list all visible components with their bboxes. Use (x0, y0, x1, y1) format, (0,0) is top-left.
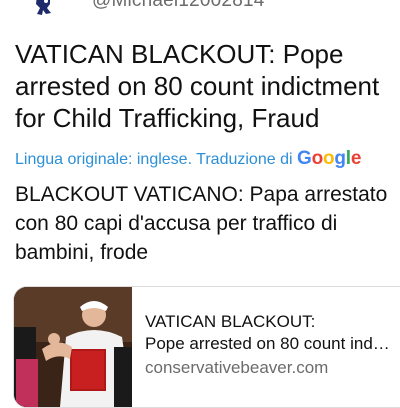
link-preview-card[interactable]: VATICAN BLACKOUT: Pope arrested on 80 co… (13, 286, 400, 408)
card-title: VATICAN BLACKOUT: (145, 312, 316, 331)
google-letter: e (350, 148, 362, 169)
translated-text: BLACKOUT VATICANO: Papa arrestato con 80… (15, 183, 388, 264)
google-logo: Google (297, 148, 361, 169)
article-thumbnail-image (14, 287, 132, 407)
google-letter: G (296, 148, 312, 169)
google-letter: o (311, 148, 324, 169)
tweet-header: @Michael12002814 (0, 0, 400, 20)
avatar-icon[interactable] (34, 0, 56, 16)
card-subtitle: Pope arrested on 80 count ind… (145, 334, 390, 353)
tweet-text: VATICAN BLACKOUT: Pope arrested on 80 co… (15, 39, 380, 133)
translation-notice[interactable]: Lingua originale: inglese. Traduzione di… (15, 148, 395, 170)
google-letter: g (334, 148, 346, 169)
card-domain: conservativebeaver.com (145, 358, 329, 377)
translation-note: Lingua originale: inglese. Traduzione di (15, 151, 293, 168)
user-handle[interactable]: @Michael12002814 (92, 0, 265, 12)
google-letter: o (322, 148, 335, 169)
